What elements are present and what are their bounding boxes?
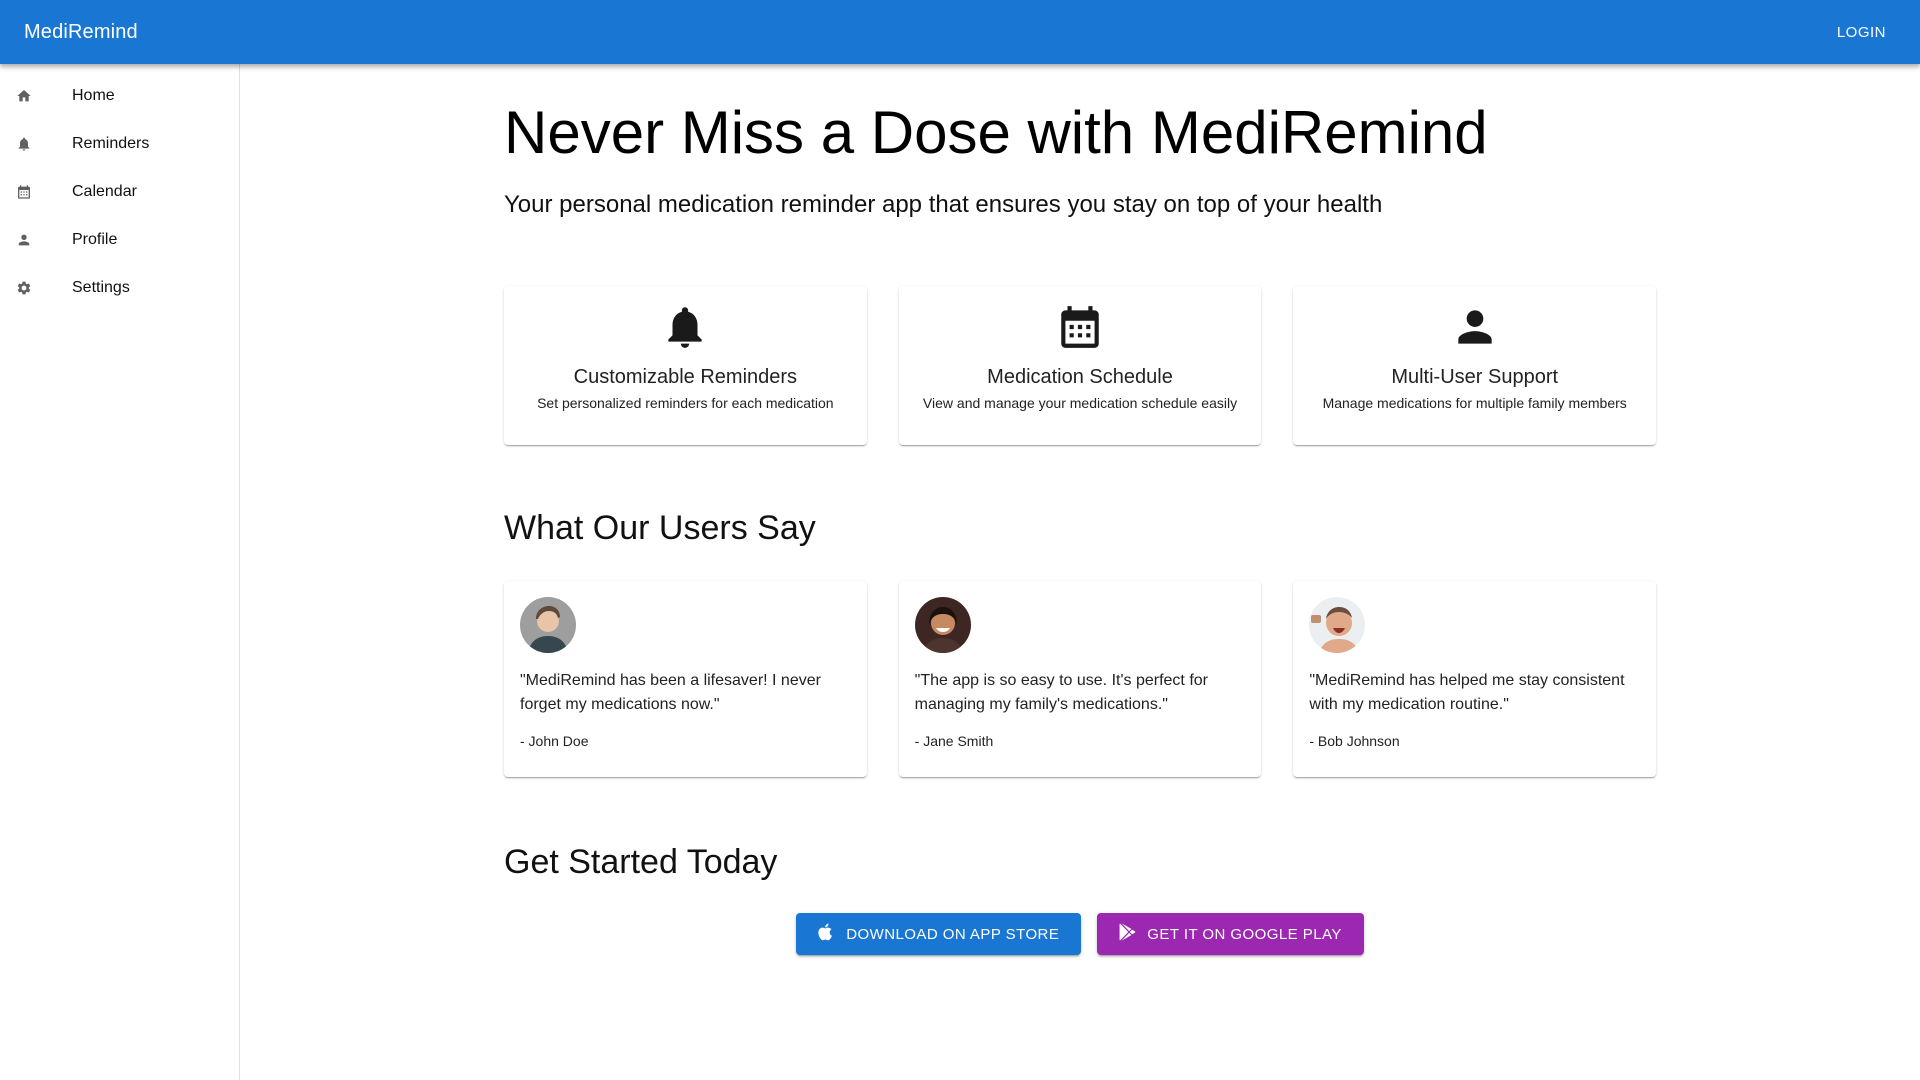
testimonial-author: - Bob Johnson (1309, 733, 1400, 749)
google-play-button[interactable]: GET IT ON GOOGLE PLAY (1097, 913, 1364, 955)
bell-icon (504, 302, 867, 352)
calendar-icon (899, 302, 1262, 352)
app-bar: MediRemind LOGIN (0, 0, 1920, 64)
google-play-icon (1117, 922, 1147, 946)
app-store-button[interactable]: DOWNLOAD ON APP STORE (796, 913, 1082, 955)
main-content: Never Miss a Dose with MediRemind Your p… (504, 64, 1657, 955)
testimonial-author: - John Doe (520, 733, 589, 749)
sidebar-item-label: Calendar (72, 183, 137, 200)
sidebar-item-label: Settings (72, 279, 130, 296)
sidebar: Home Reminders Calendar Profile Settings (0, 64, 240, 1080)
hero-subtitle: Your personal medication reminder app th… (504, 191, 1383, 218)
person-icon (1293, 302, 1656, 352)
person-icon (16, 232, 32, 248)
apple-icon (816, 922, 846, 946)
feature-card: Customizable Reminders Set personalized … (504, 286, 867, 445)
cta-row: DOWNLOAD ON APP STORE GET IT ON GOOGLE P… (504, 913, 1656, 955)
hero-title: Never Miss a Dose with MediRemind (504, 99, 1488, 166)
bell-icon (16, 136, 32, 152)
login-button[interactable]: LOGIN (1827, 16, 1896, 49)
feature-description: View and manage your medication schedule… (922, 395, 1238, 411)
feature-title: Medication Schedule (987, 366, 1173, 388)
sidebar-item-profile[interactable]: Profile (0, 216, 239, 264)
home-icon (16, 88, 32, 104)
sidebar-item-label: Home (72, 87, 115, 104)
testimonial-card: "MediRemind has helped me stay consisten… (1293, 581, 1657, 777)
testimonial-quote: "MediRemind has helped me stay consisten… (1309, 672, 1625, 713)
sidebar-item-label: Reminders (72, 135, 150, 152)
sidebar-item-home[interactable]: Home (0, 72, 239, 120)
feature-card: Medication Schedule View and manage your… (898, 286, 1262, 445)
avatar (1309, 597, 1366, 653)
app-title: MediRemind (24, 20, 138, 43)
feature-title: Customizable Reminders (573, 366, 798, 388)
sidebar-item-label: Profile (72, 231, 118, 248)
testimonial-card: "The app is so easy to use. It's perfect… (898, 581, 1262, 777)
avatar (914, 597, 971, 653)
feature-description: Manage medications for multiple family m… (1322, 395, 1627, 411)
sidebar-item-settings[interactable]: Settings (0, 264, 239, 312)
testimonial-quote: "The app is so easy to use. It's perfect… (914, 672, 1208, 713)
sidebar-item-calendar[interactable]: Calendar (0, 168, 239, 216)
testimonial-card: "MediRemind has been a lifesaver! I neve… (504, 581, 867, 777)
sidebar-item-reminders[interactable]: Reminders (0, 120, 239, 168)
avatar (520, 597, 576, 653)
gear-icon (16, 280, 32, 296)
testimonial-author: - Jane Smith (914, 733, 994, 749)
testimonial-quote: "MediRemind has been a lifesaver! I neve… (520, 672, 821, 713)
testimonials-title: What Our Users Say (504, 509, 816, 547)
features-section: Customizable Reminders Set personalized … (504, 286, 1657, 445)
app-store-label: DOWNLOAD ON APP STORE (846, 925, 1060, 943)
google-play-label: GET IT ON GOOGLE PLAY (1147, 925, 1342, 943)
testimonials-section: "MediRemind has been a lifesaver! I neve… (504, 581, 1657, 777)
get-started-title: Get Started Today (504, 843, 778, 881)
feature-title: Multi-User Support (1391, 366, 1559, 388)
feature-description: Set personalized reminders for each medi… (537, 395, 834, 411)
calendar-icon (16, 184, 32, 200)
feature-card: Multi-User Support Manage medications fo… (1293, 286, 1657, 445)
